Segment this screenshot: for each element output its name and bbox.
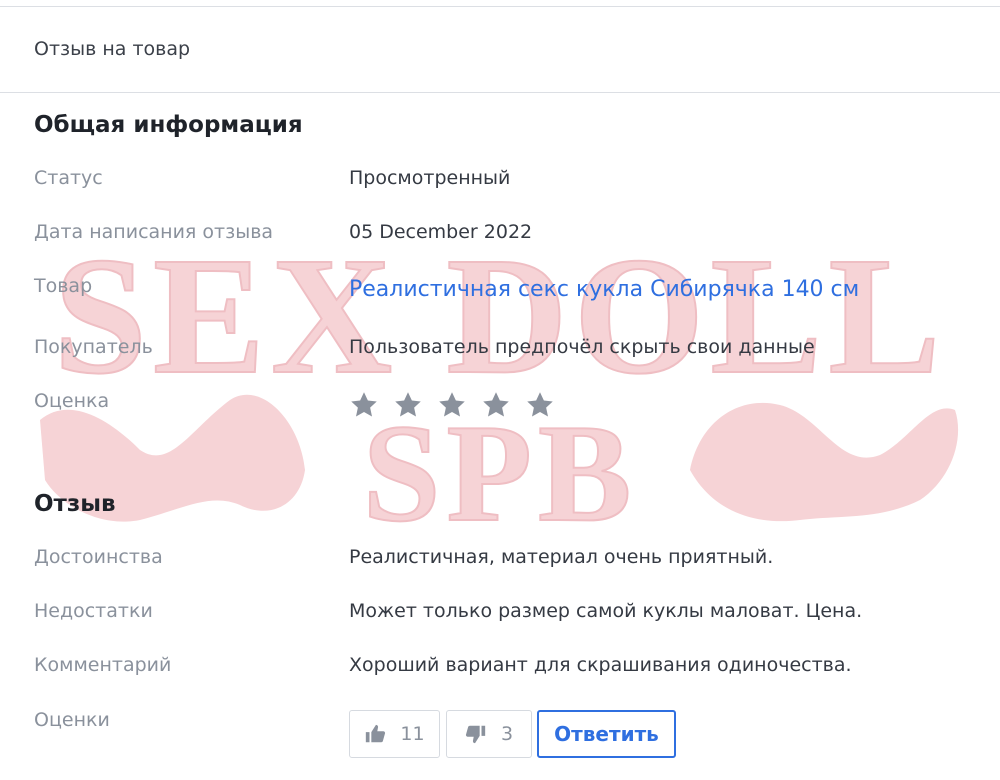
- status-label: Статус: [34, 167, 103, 189]
- like-count: 11: [400, 723, 425, 745]
- thumbs-down-icon: [465, 723, 487, 745]
- general-section-title: Общая информация: [34, 112, 303, 138]
- cons-value: Может только размер самой куклы маловат.…: [349, 600, 863, 622]
- star-icon: [349, 390, 379, 420]
- product-label: Товар: [34, 275, 93, 297]
- star-icon: [437, 390, 467, 420]
- rating-label: Оценка: [34, 390, 110, 412]
- rating-stars: [349, 390, 555, 420]
- date-value: 05 December 2022: [349, 221, 533, 243]
- review-section-title: Отзыв: [34, 491, 116, 517]
- date-label: Дата написания отзыва: [34, 221, 274, 243]
- buyer-label: Покупатель: [34, 336, 153, 358]
- reply-button[interactable]: Ответить: [537, 710, 676, 758]
- thumbs-up-icon: [364, 723, 386, 745]
- star-icon: [481, 390, 511, 420]
- comment-label: Комментарий: [34, 654, 172, 676]
- pros-value: Реалистичная, материал очень приятный.: [349, 546, 774, 568]
- comment-value: Хороший вариант для скрашивания одиночес…: [349, 654, 852, 676]
- pros-label: Достоинства: [34, 546, 163, 568]
- dislike-button[interactable]: 3: [446, 710, 532, 758]
- top-divider: [0, 6, 1000, 7]
- star-icon: [393, 390, 423, 420]
- status-value: Просмотренный: [349, 167, 511, 189]
- page-title: Отзыв на товар: [34, 38, 191, 60]
- star-icon: [525, 390, 555, 420]
- product-link[interactable]: Реалистичная секс кукла Сибирячка 140 см: [349, 277, 859, 302]
- header-divider: [0, 92, 1000, 93]
- cons-label: Недостатки: [34, 600, 153, 622]
- like-button[interactable]: 11: [349, 710, 440, 758]
- buyer-value: Пользователь предпочёл скрыть свои данны…: [349, 336, 815, 358]
- dislike-count: 3: [500, 723, 514, 745]
- votes-label: Оценки: [34, 709, 110, 731]
